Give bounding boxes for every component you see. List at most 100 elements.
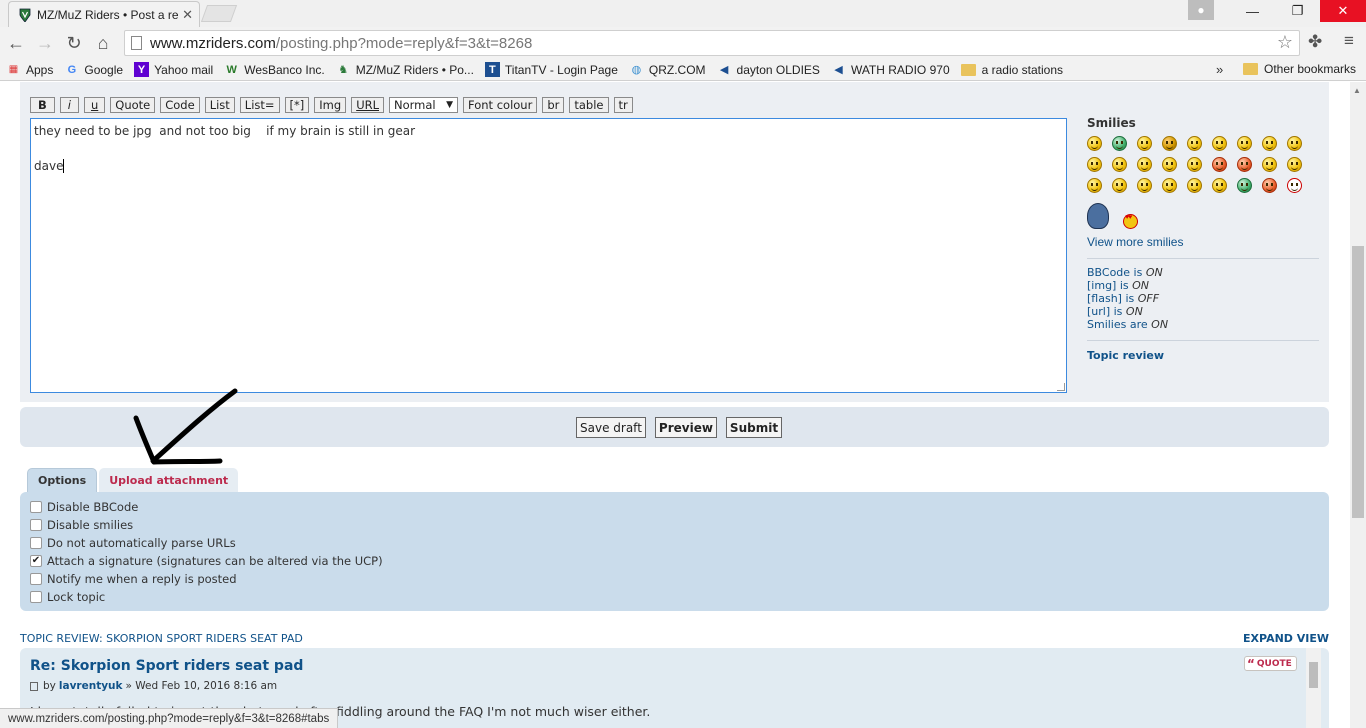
save-draft-button[interactable]: Save draft — [576, 417, 646, 438]
tab-options[interactable]: Options — [27, 468, 98, 492]
quote-button[interactable]: Quote — [110, 97, 156, 113]
smiley-icon[interactable] — [1262, 157, 1277, 172]
new-tab-button[interactable] — [200, 5, 238, 22]
smiley-icon[interactable] — [1237, 157, 1252, 172]
bookmark-qrz[interactable]: ◍ QRZ.COM — [629, 62, 706, 77]
smiley-icon[interactable] — [1187, 136, 1202, 151]
img-button[interactable]: Img — [314, 97, 347, 113]
topic-review-link[interactable]: Topic review — [1087, 349, 1164, 362]
resize-handle[interactable] — [1057, 383, 1065, 391]
smiley-icon[interactable] — [1212, 136, 1227, 151]
exclamation-smiley-icon[interactable] — [1112, 178, 1127, 193]
home-icon[interactable]: ⌂ — [90, 30, 116, 56]
message-textarea[interactable]: they need to be jpg and not too big if m… — [30, 118, 1067, 393]
smiley-icon[interactable] — [1112, 136, 1127, 151]
list-button[interactable]: List — [204, 97, 235, 113]
smiley-icon[interactable] — [1287, 136, 1302, 151]
option-notify-reply[interactable]: Notify me when a reply is posted — [30, 570, 1329, 588]
mascot-smiley-icon[interactable] — [1087, 203, 1109, 229]
post-author-link[interactable]: lavrentyuk — [59, 680, 123, 692]
address-bar[interactable]: www.mzriders.com/posting.php?mode=reply&… — [124, 30, 1300, 56]
back-icon[interactable]: ← — [3, 30, 29, 56]
profile-icon[interactable]: ● — [1188, 0, 1214, 20]
font-size-select[interactable]: Normal ▼ — [389, 97, 459, 113]
checkbox[interactable] — [30, 519, 42, 531]
option-disable-smilies[interactable]: Disable smilies — [30, 516, 1329, 534]
bookmark-radio-stations-folder[interactable]: a radio stations — [960, 63, 1063, 77]
browser-tab[interactable]: MZ/MuZ Riders • Post a re ✕ — [8, 1, 200, 27]
smiley-icon[interactable] — [1287, 178, 1302, 193]
bold-button[interactable]: B — [30, 97, 55, 113]
reload-icon[interactable]: ↻ — [61, 30, 87, 56]
bookmark-mzriders[interactable]: ♞ MZ/MuZ Riders • Po... — [336, 62, 474, 77]
forward-icon[interactable]: → — [32, 30, 58, 56]
close-window-icon[interactable]: ✕ — [1320, 0, 1366, 22]
smiley-icon[interactable] — [1287, 157, 1302, 172]
bookmarks-overflow-button[interactable]: » — [1216, 62, 1223, 77]
option-disable-bbcode[interactable]: Disable BBCode — [30, 498, 1329, 516]
url-button[interactable]: URL — [351, 97, 385, 113]
tab-close-icon[interactable]: ✕ — [182, 7, 193, 23]
bookmark-wesbanco[interactable]: W WesBanco Inc. — [224, 62, 325, 77]
heart-eyes-smiley-icon[interactable] — [1123, 214, 1138, 229]
post-title-link[interactable]: Re: Skorpion Sport riders seat pad — [30, 658, 303, 674]
font-colour-button[interactable]: Font colour — [463, 97, 538, 113]
smiley-icon[interactable] — [1162, 136, 1177, 151]
restore-icon[interactable]: ❐ — [1275, 0, 1320, 22]
bookmark-google[interactable]: G Google — [64, 62, 123, 77]
italic-button[interactable]: i — [59, 97, 79, 113]
smiley-icon[interactable] — [1212, 157, 1227, 172]
smiley-icon[interactable] — [1212, 178, 1227, 193]
ordered-list-button[interactable]: List= — [239, 97, 280, 113]
scroll-up-icon[interactable]: ▲ — [1353, 86, 1361, 95]
review-scrollbar[interactable] — [1306, 648, 1321, 728]
br-button[interactable]: br — [542, 97, 565, 113]
arrow-smiley-icon[interactable] — [1187, 178, 1202, 193]
other-bookmarks[interactable]: Other bookmarks — [1243, 62, 1356, 76]
page-scroll-thumb[interactable] — [1352, 246, 1364, 518]
bookmark-apps[interactable]: ▦ Apps — [6, 62, 54, 77]
expand-view-link[interactable]: EXPAND VIEW — [1243, 632, 1329, 645]
smiley-icon[interactable] — [1137, 157, 1152, 172]
smiley-icon[interactable] — [1087, 157, 1102, 172]
option-lock-topic[interactable]: Lock topic — [30, 588, 1329, 606]
extensions-icon[interactable]: ✤ — [1308, 32, 1322, 52]
code-button[interactable]: Code — [160, 97, 200, 113]
idea-smiley-icon[interactable] — [1162, 178, 1177, 193]
tab-upload-attachment[interactable]: Upload attachment — [99, 468, 239, 492]
question-smiley-icon[interactable] — [1137, 178, 1152, 193]
bookmark-star-icon[interactable]: ☆ — [1277, 32, 1293, 53]
option-attach-signature[interactable]: ✔ Attach a signature (signatures can be a… — [30, 552, 1329, 570]
submit-button[interactable]: Submit — [725, 417, 783, 438]
quote-button[interactable]: “QUOTE — [1244, 656, 1297, 671]
smiley-icon[interactable] — [1187, 157, 1202, 172]
checkbox[interactable] — [30, 573, 42, 585]
smiley-icon[interactable] — [1237, 178, 1252, 193]
page-scrollbar[interactable]: ▲ — [1350, 82, 1366, 728]
smiley-icon[interactable] — [1137, 136, 1152, 151]
bookmark-yahoo[interactable]: Y Yahoo mail — [134, 62, 213, 77]
minimize-icon[interactable]: — — [1230, 0, 1275, 22]
underline-button[interactable]: u — [83, 97, 106, 113]
smiley-icon[interactable] — [1237, 136, 1252, 151]
smiley-icon[interactable] — [1087, 136, 1102, 151]
table-button[interactable]: table — [569, 97, 609, 113]
smiley-icon[interactable] — [1087, 178, 1102, 193]
menu-icon[interactable]: ≡ — [1344, 31, 1354, 51]
bookmark-wath-radio[interactable]: ◀ WATH RADIO 970 — [831, 62, 949, 77]
bookmark-titantv[interactable]: T TitanTV - Login Page — [484, 62, 618, 77]
tr-button[interactable]: tr — [613, 97, 633, 113]
checkbox[interactable] — [30, 537, 42, 549]
option-disable-url-parsing[interactable]: Do not automatically parse URLs — [30, 534, 1329, 552]
checkbox-checked[interactable]: ✔ — [30, 555, 42, 567]
smiley-icon[interactable] — [1112, 157, 1127, 172]
smiley-icon[interactable] — [1162, 157, 1177, 172]
smiley-icon[interactable] — [1262, 178, 1277, 193]
checkbox[interactable] — [30, 501, 42, 513]
bookmark-dayton-oldies[interactable]: ◀ dayton OLDIES — [717, 62, 820, 77]
review-scroll-thumb[interactable] — [1309, 662, 1318, 688]
view-more-smilies-link[interactable]: View more smilies — [1087, 235, 1319, 249]
preview-button[interactable]: Preview — [654, 417, 717, 438]
smiley-icon[interactable] — [1262, 136, 1277, 151]
checkbox[interactable] — [30, 591, 42, 603]
